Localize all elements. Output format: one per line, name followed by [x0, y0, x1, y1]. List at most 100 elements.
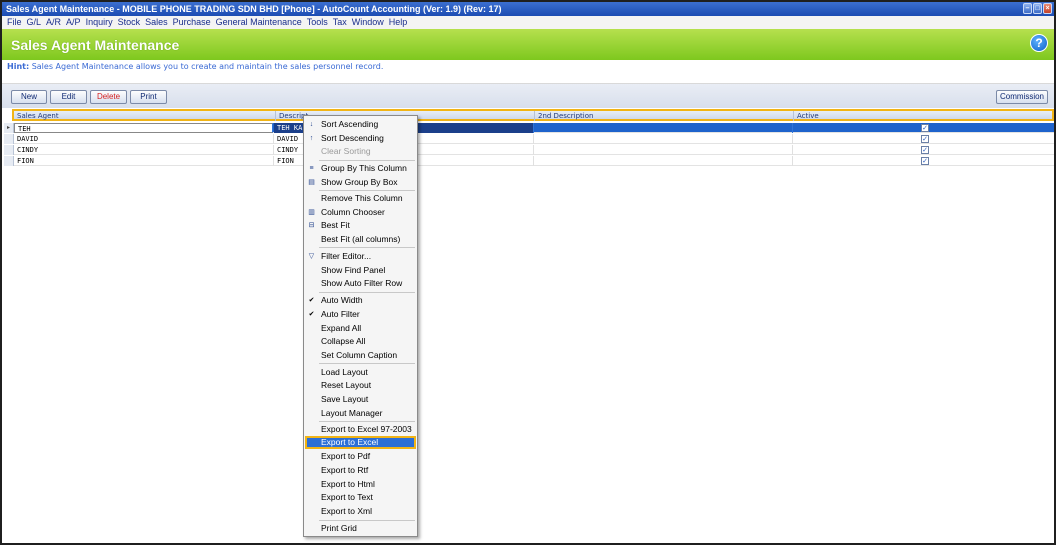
menu-item-show-auto-filter-row[interactable]: Show Auto Filter Row	[305, 277, 416, 290]
menu-separator	[319, 247, 415, 248]
cell-2nd-description[interactable]	[534, 134, 793, 144]
menu-item-export-rtf[interactable]: Export to Rtf	[305, 464, 416, 477]
menu-gl[interactable]: G/L	[27, 16, 42, 29]
active-checkbox[interactable]: ✓	[921, 146, 929, 154]
menu-item-sort-ascending[interactable]: ↓ Sort Ascending	[305, 118, 416, 131]
group-by-icon: ≡	[309, 165, 314, 172]
menu-item-show-find-panel[interactable]: Show Find Panel	[305, 264, 416, 277]
menu-tax[interactable]: Tax	[333, 16, 347, 29]
cell-sales-agent[interactable]: FION	[14, 156, 274, 166]
menu-tools[interactable]: Tools	[307, 16, 328, 29]
cell-2nd-description[interactable]	[534, 156, 793, 166]
menu-item-expand-all[interactable]: Expand All	[305, 322, 416, 335]
menu-separator	[319, 190, 415, 191]
menu-item-column-chooser[interactable]: ▥ Column Chooser	[305, 206, 416, 219]
maximize-icon[interactable]: □	[1033, 3, 1042, 14]
column-header-sales-agent[interactable]: Sales Agent	[14, 111, 276, 121]
menu-purchase[interactable]: Purchase	[173, 16, 211, 29]
menu-item-best-fit-all[interactable]: Best Fit (all columns)	[305, 233, 416, 246]
checkmark-icon: ✔	[308, 311, 315, 318]
grid-header: Sales Agent Descript 2nd Description Act…	[12, 109, 1054, 121]
app-window: Sales Agent Maintenance - MOBILE PHONE T…	[0, 0, 1056, 545]
menu-item-save-layout[interactable]: Save Layout	[305, 393, 416, 406]
print-button[interactable]: Print	[130, 90, 167, 104]
delete-button[interactable]: Delete	[90, 90, 127, 104]
menu-item-export-excel[interactable]: Export to Excel	[305, 436, 416, 449]
menu-separator	[319, 421, 415, 422]
menu-inquiry[interactable]: Inquiry	[86, 16, 113, 29]
column-header-2nd-description[interactable]: 2nd Description	[535, 111, 794, 121]
menu-bar: File G/L A/R A/P Inquiry Stock Sales Pur…	[2, 16, 1054, 29]
menu-item-sort-descending[interactable]: ↑ Sort Descending	[305, 132, 416, 145]
table-row[interactable]: CINDY CINDY ✓	[4, 145, 1054, 155]
active-checkbox[interactable]: ✓	[921, 124, 929, 132]
sort-descending-icon: ↑	[309, 135, 314, 142]
hint-bar: Hint: Sales Agent Maintenance allows you…	[2, 60, 1054, 84]
window-controls: – □ ×	[1023, 3, 1052, 14]
menu-item-export-html[interactable]: Export to Html	[305, 478, 416, 491]
menu-item-clear-sorting: Clear Sorting	[321, 146, 371, 156]
menu-general-maintenance[interactable]: General Maintenance	[216, 16, 302, 29]
sales-agent-grid: Sales Agent Descript 2nd Description Act…	[4, 108, 1054, 168]
menu-item-export-xml[interactable]: Export to Xml	[305, 505, 416, 518]
table-row[interactable]: ▸ TEH TEH KA ✓	[4, 123, 1054, 133]
menu-item-best-fit[interactable]: ⊟ Best Fit	[305, 219, 416, 232]
menu-item-remove-column[interactable]: Remove This Column	[305, 192, 416, 205]
menu-item-reset-layout[interactable]: Reset Layout	[305, 379, 416, 392]
cell-2nd-description[interactable]	[534, 123, 793, 133]
menu-separator	[319, 520, 415, 521]
menu-sales[interactable]: Sales	[145, 16, 168, 29]
active-checkbox[interactable]: ✓	[921, 135, 929, 143]
active-checkbox[interactable]: ✓	[921, 157, 929, 165]
menu-item-filter-editor[interactable]: ▽ Filter Editor...	[305, 250, 416, 263]
menu-ap[interactable]: A/P	[66, 16, 81, 29]
menu-stock[interactable]: Stock	[118, 16, 141, 29]
menu-item-load-layout[interactable]: Load Layout	[305, 366, 416, 379]
cell-2nd-description[interactable]	[534, 145, 793, 155]
row-indicator-icon: ▸	[4, 123, 14, 133]
cell-sales-agent[interactable]: DAVID	[14, 134, 274, 144]
menu-separator	[319, 363, 415, 364]
commission-button[interactable]: Commission	[996, 90, 1048, 104]
table-row[interactable]: DAVID DAVID ✓	[4, 134, 1054, 144]
hint-label: Hint:	[7, 62, 30, 71]
cell-sales-agent[interactable]: CINDY	[14, 145, 274, 155]
menu-item-collapse-all[interactable]: Collapse All	[305, 335, 416, 348]
help-icon[interactable]: ?	[1030, 34, 1048, 52]
new-button[interactable]: New	[11, 90, 47, 104]
hint-text: Sales Agent Maintenance allows you to cr…	[31, 62, 384, 71]
menu-item-export-text[interactable]: Export to Text	[305, 491, 416, 504]
menu-separator	[319, 292, 415, 293]
menu-item-group-by-column[interactable]: ≡ Group By This Column	[305, 162, 416, 175]
column-chooser-icon: ▥	[308, 209, 315, 216]
menu-item-export-excel-97-2003[interactable]: Export to Excel 97-2003	[305, 423, 416, 436]
menu-item-layout-manager[interactable]: Layout Manager	[305, 407, 416, 420]
menu-ar[interactable]: A/R	[46, 16, 61, 29]
row-indicator	[4, 134, 14, 144]
best-fit-icon: ⊟	[308, 222, 315, 229]
filter-icon: ▽	[308, 253, 315, 260]
close-icon[interactable]: ×	[1043, 3, 1052, 14]
menu-file[interactable]: File	[7, 16, 22, 29]
row-indicator	[4, 156, 14, 166]
menu-item-set-column-caption[interactable]: Set Column Caption	[305, 349, 416, 362]
menu-item-print-grid[interactable]: Print Grid	[305, 522, 416, 535]
window-title: Sales Agent Maintenance - MOBILE PHONE T…	[6, 4, 502, 14]
column-context-menu: ↓ Sort Ascending ↑ Sort Descending Clear S…	[303, 115, 418, 537]
cell-sales-agent[interactable]: TEH	[14, 123, 273, 133]
menu-item-export-pdf[interactable]: Export to Pdf	[305, 450, 416, 463]
table-row[interactable]: FION FION ✓	[4, 156, 1054, 166]
row-indicator	[4, 145, 14, 155]
menu-window[interactable]: Window	[352, 16, 384, 29]
menu-help[interactable]: Help	[389, 16, 408, 29]
menu-item-show-group-by-box[interactable]: ▤ Show Group By Box	[305, 176, 416, 189]
page-header: Sales Agent Maintenance ?	[2, 29, 1054, 60]
edit-button[interactable]: Edit	[50, 90, 87, 104]
menu-item-auto-filter[interactable]: ✔ Auto Filter	[305, 308, 416, 321]
checkmark-icon: ✔	[308, 297, 315, 304]
page-title: Sales Agent Maintenance	[11, 37, 180, 53]
column-header-active[interactable]: Active	[794, 111, 1052, 121]
menu-item-auto-width[interactable]: ✔ Auto Width	[305, 294, 416, 307]
minimize-icon[interactable]: –	[1023, 3, 1032, 14]
menu-separator	[319, 160, 415, 161]
